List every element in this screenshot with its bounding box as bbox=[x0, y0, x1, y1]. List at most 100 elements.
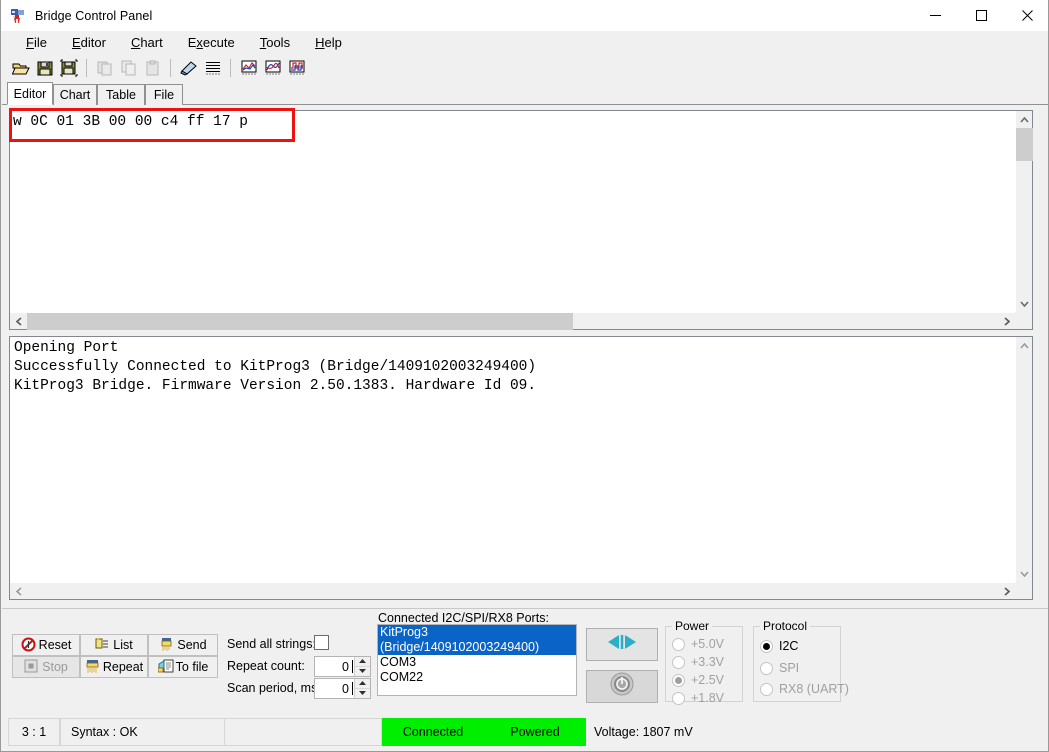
reset-button[interactable]: Reset bbox=[12, 634, 80, 656]
tab-editor[interactable]: Editor bbox=[7, 82, 53, 105]
to-file-button-label: To file bbox=[175, 660, 209, 674]
repeat-count-spin-buttons[interactable] bbox=[354, 657, 370, 676]
chart-curve-icon[interactable] bbox=[261, 57, 284, 79]
scan-period-spin-buttons[interactable] bbox=[354, 679, 370, 698]
toolbar bbox=[2, 54, 1048, 82]
minimize-button[interactable] bbox=[912, 0, 958, 31]
editor-scroll-corner bbox=[1015, 312, 1032, 329]
repeat-button[interactable]: Repeat bbox=[80, 656, 148, 678]
repeat-icon bbox=[85, 659, 101, 675]
editor-scroll-thumb[interactable] bbox=[1016, 128, 1033, 161]
menu-chart[interactable]: Chart bbox=[119, 32, 176, 53]
protocol-label-i2c: I2C bbox=[779, 639, 799, 653]
log-line-3: KitProg3 Bridge. Firmware Version 2.50.1… bbox=[14, 378, 537, 394]
port-list-item-com3[interactable]: COM3 bbox=[378, 655, 576, 670]
protocol-radio-spi bbox=[760, 661, 773, 675]
power-option-2v5: +2.5V bbox=[672, 673, 724, 687]
send-all-strings-checkbox[interactable] bbox=[314, 635, 329, 650]
repeat-count-label: Repeat count: bbox=[227, 659, 305, 673]
repeat-count-stepper[interactable]: 0 bbox=[314, 656, 371, 677]
chart-line-icon[interactable] bbox=[237, 57, 260, 79]
power-radio-5v bbox=[672, 637, 685, 651]
log-scroll-down-arrow[interactable] bbox=[1016, 565, 1033, 582]
power-option-1v8: +1.8V bbox=[672, 691, 724, 705]
log-horizontal-scrollbar[interactable] bbox=[10, 582, 1015, 599]
protocol-label-rx8: RX8 (UART) bbox=[779, 682, 849, 696]
to-file-icon bbox=[157, 659, 174, 675]
stop-button: Stop bbox=[12, 656, 80, 678]
tab-table[interactable]: Table bbox=[97, 84, 145, 105]
editor-scroll-left-arrow[interactable] bbox=[10, 313, 27, 330]
protocol-radio-rx8 bbox=[760, 682, 773, 696]
port-list-item-kitprog3[interactable]: KitProg3 (Bridge/1409102003249400) bbox=[378, 625, 576, 655]
list-button[interactable]: List bbox=[80, 634, 148, 656]
connected-ports-list[interactable]: KitProg3 (Bridge/1409102003249400) COM3 … bbox=[377, 624, 577, 696]
power-toggle-button[interactable] bbox=[586, 670, 658, 703]
log-vertical-scrollbar[interactable] bbox=[1015, 337, 1032, 599]
close-button[interactable] bbox=[1004, 0, 1048, 31]
reset-button-label: Reset bbox=[38, 638, 72, 652]
repeat-count-decrement[interactable] bbox=[355, 666, 370, 676]
editor-vertical-scrollbar[interactable] bbox=[1015, 111, 1033, 329]
power-label-1v8: +1.8V bbox=[691, 691, 725, 705]
protocol-label-spi: SPI bbox=[779, 661, 800, 675]
save-as-file-icon[interactable] bbox=[57, 57, 80, 79]
editor-horizontal-scrollbar[interactable] bbox=[10, 312, 1015, 330]
repeat-count-caret bbox=[352, 660, 353, 673]
send-button-label: Send bbox=[177, 638, 207, 652]
log-scroll-up-arrow[interactable] bbox=[1016, 337, 1033, 354]
status-bar: 3 : 1 Syntax : OK Connected Powered Volt… bbox=[2, 714, 1048, 751]
save-file-icon[interactable] bbox=[33, 57, 56, 79]
protocol-option-i2c[interactable]: I2C bbox=[760, 639, 798, 653]
clear-icon[interactable] bbox=[177, 57, 200, 79]
tab-file[interactable]: File bbox=[145, 84, 183, 105]
log-scroll-right-arrow[interactable] bbox=[998, 583, 1015, 600]
editor-command-text[interactable]: w 0C 01 3B 00 00 c4 ff 17 p bbox=[13, 113, 248, 132]
scan-period-increment[interactable] bbox=[355, 679, 370, 689]
reset-icon bbox=[21, 637, 37, 653]
open-file-icon[interactable] bbox=[9, 57, 32, 79]
status-cursor-position: 3 : 1 bbox=[8, 718, 60, 746]
chart-digital-icon[interactable] bbox=[285, 57, 308, 79]
menu-help[interactable]: Help bbox=[303, 32, 355, 53]
list-button-label: List bbox=[113, 638, 133, 652]
scan-period-stepper[interactable]: 0 bbox=[314, 678, 371, 699]
stop-icon bbox=[24, 659, 40, 675]
menu-bar: File Editor Chart Execute Tools Help bbox=[2, 31, 1048, 54]
cut-icon bbox=[93, 57, 116, 79]
send-all-strings-label: Send all strings: bbox=[227, 637, 316, 651]
tab-chart[interactable]: Chart bbox=[53, 84, 97, 105]
to-file-button[interactable]: To file bbox=[148, 656, 218, 678]
protocol-radio-i2c[interactable] bbox=[760, 639, 773, 653]
editor-pane[interactable]: w 0C 01 3B 00 00 c4 ff 17 p bbox=[9, 110, 1033, 330]
send-button[interactable]: Send bbox=[148, 634, 218, 656]
list-view-icon[interactable] bbox=[201, 57, 224, 79]
scan-period-label: Scan period, ms: bbox=[227, 681, 321, 695]
editor-scroll-down-arrow[interactable] bbox=[1016, 295, 1033, 312]
status-powered-badge: Powered bbox=[484, 718, 586, 746]
menu-file[interactable]: File bbox=[14, 32, 60, 53]
status-connected-badge: Connected bbox=[382, 718, 484, 746]
log-scroll-left-arrow[interactable] bbox=[10, 583, 27, 600]
repeat-count-value[interactable]: 0 bbox=[315, 660, 352, 674]
repeat-button-label: Repeat bbox=[102, 660, 144, 674]
log-scroll-corner bbox=[1015, 582, 1032, 599]
log-pane[interactable]: Opening Port Successfully Connected to K… bbox=[9, 336, 1033, 600]
menu-editor[interactable]: Editor bbox=[60, 32, 119, 53]
editor-scroll-up-arrow[interactable] bbox=[1016, 111, 1033, 128]
tab-strip: Editor Chart Table File bbox=[2, 82, 1048, 105]
menu-tools[interactable]: Tools bbox=[248, 32, 303, 53]
power-group: Power +5.0V +3.3V +2.5V +1.8V bbox=[665, 619, 743, 705]
connect-toggle-button[interactable] bbox=[586, 628, 658, 661]
port-list-item-com22[interactable]: COM22 bbox=[378, 670, 576, 685]
power-radio-2v5 bbox=[672, 673, 685, 687]
protocol-option-rx8: RX8 (UART) bbox=[760, 682, 849, 696]
maximize-button[interactable] bbox=[958, 0, 1004, 31]
menu-execute[interactable]: Execute bbox=[176, 32, 248, 53]
editor-hscroll-thumb[interactable] bbox=[27, 313, 573, 330]
scan-period-decrement[interactable] bbox=[355, 688, 370, 698]
scan-period-value[interactable]: 0 bbox=[315, 682, 352, 696]
editor-scroll-right-arrow[interactable] bbox=[998, 313, 1015, 330]
power-label-5v: +5.0V bbox=[691, 637, 725, 651]
repeat-count-increment[interactable] bbox=[355, 657, 370, 667]
